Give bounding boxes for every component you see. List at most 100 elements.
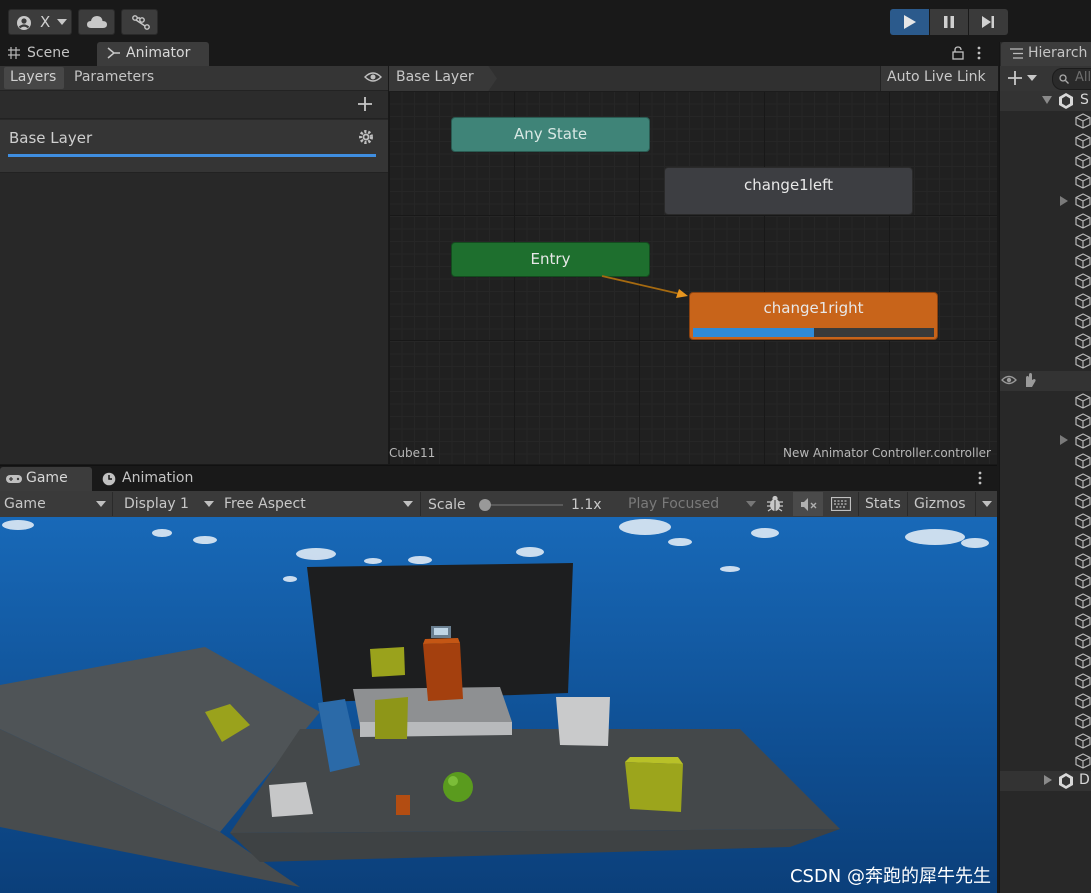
display-label: Display 1	[124, 496, 189, 512]
tab-animation[interactable]: Animation	[94, 467, 214, 491]
pickable-hand-icon[interactable]	[1021, 372, 1037, 388]
scale-slider-track[interactable]	[483, 504, 563, 506]
gameobject-cube-icon[interactable]	[1075, 313, 1091, 329]
tab-scene[interactable]: Scene	[0, 42, 96, 66]
gameobject-cube-icon[interactable]	[1075, 253, 1091, 269]
gameobject-cube-icon[interactable]	[1075, 413, 1091, 429]
expand-arrow-icon[interactable]	[1060, 435, 1068, 445]
watermark: CSDN @奔跑的犀牛先生	[789, 866, 991, 887]
tab-hierarchy[interactable]: Hierarch	[1001, 42, 1091, 66]
gameobject-cube-icon[interactable]	[1075, 193, 1091, 209]
gameobject-cube-icon[interactable]	[1075, 553, 1091, 569]
eye-icon[interactable]	[364, 71, 382, 83]
gameobject-cube-icon[interactable]	[1075, 613, 1091, 629]
tab-parameters[interactable]: Parameters	[66, 67, 162, 89]
state-any-state[interactable]: Any State	[451, 117, 650, 152]
gameobject-cube-icon[interactable]	[1075, 713, 1091, 729]
hierarchy-search-input[interactable]: All	[1052, 68, 1091, 90]
gizmos-dropdown[interactable]	[975, 492, 998, 516]
visibility-eye-icon[interactable]	[1001, 374, 1017, 386]
scale-slider-handle[interactable]	[479, 499, 491, 511]
gizmos-button[interactable]: Gizmos	[907, 492, 976, 516]
gameobject-cube-icon[interactable]	[1075, 473, 1091, 489]
gameobject-cube-icon[interactable]	[1075, 573, 1091, 589]
gameobject-cube-icon[interactable]	[1075, 273, 1091, 289]
layer-weight-bar[interactable]	[8, 154, 376, 157]
gameobject-cube-icon[interactable]	[1075, 433, 1091, 449]
gameobject-cube-icon[interactable]	[1075, 153, 1091, 169]
gameobject-cube-icon[interactable]	[1075, 673, 1091, 689]
gameobject-cube-icon[interactable]	[1075, 493, 1091, 509]
gizmos-label: Gizmos	[914, 496, 966, 512]
step-button[interactable]	[969, 9, 1008, 35]
transition-arrow[interactable]	[600, 272, 695, 302]
gameobject-cube-icon[interactable]	[1075, 293, 1091, 309]
cloud-button[interactable]	[78, 9, 115, 35]
step-icon	[982, 16, 994, 28]
play-button[interactable]	[890, 9, 929, 35]
gameobject-cube-icon[interactable]	[1075, 353, 1091, 369]
hierarchy-scene-row[interactable]: S	[1000, 91, 1091, 111]
gameobject-cube-icon[interactable]	[1075, 633, 1091, 649]
stats-button[interactable]: Stats	[858, 492, 907, 516]
gameobject-cube-icon[interactable]	[1075, 693, 1091, 709]
breadcrumb[interactable]: Base Layer	[389, 66, 497, 91]
game-view-label: Game	[4, 496, 46, 512]
expand-arrow-icon[interactable]	[1060, 196, 1068, 206]
state-change1left[interactable]: change1left	[664, 167, 913, 215]
grid-icon	[8, 47, 20, 59]
gameobject-cube-icon[interactable]	[1075, 213, 1091, 229]
account-dropdown[interactable]: X	[8, 9, 72, 35]
expand-arrow-icon[interactable]	[1044, 775, 1052, 785]
bug-icon[interactable]	[766, 494, 784, 514]
hierarchy-second-root-row[interactable]: D	[1000, 771, 1091, 791]
keyboard-icon[interactable]	[831, 497, 851, 511]
more-menu-icon[interactable]	[976, 46, 982, 60]
gameobject-cube-icon[interactable]	[1075, 133, 1091, 149]
list-icon	[1010, 48, 1023, 59]
display-select[interactable]: Display 1	[118, 492, 216, 516]
expand-arrow-icon[interactable]	[1042, 96, 1052, 104]
gameobject-cube-icon[interactable]	[1075, 733, 1091, 749]
gameobject-cube-icon[interactable]	[1075, 393, 1091, 409]
add-object-icon[interactable]	[1007, 70, 1023, 86]
gameobject-cube-icon[interactable]	[1075, 233, 1091, 249]
search-icon	[1059, 74, 1069, 84]
gameobject-cube-icon[interactable]	[1075, 753, 1091, 769]
play-focused-select[interactable]: Play Focused	[622, 492, 760, 516]
chevron-down-icon	[96, 501, 106, 507]
auto-live-link-button[interactable]: Auto Live Link	[880, 66, 998, 91]
status-controller: New Animator Controller.controller	[783, 446, 991, 460]
gameobject-cube-icon[interactable]	[1075, 173, 1091, 189]
add-layer-icon[interactable]	[357, 96, 373, 112]
mute-audio-button[interactable]	[793, 492, 823, 516]
game-viewport[interactable]: CSDN @奔跑的犀牛先生	[0, 517, 997, 893]
gameobject-cube-icon[interactable]	[1075, 533, 1091, 549]
state-any-state-label: Any State	[513, 125, 588, 143]
gameobject-cube-icon[interactable]	[1075, 113, 1091, 129]
pause-button[interactable]	[930, 9, 968, 35]
gameobject-cube-icon[interactable]	[1075, 653, 1091, 669]
gameobject-cube-icon[interactable]	[1075, 513, 1091, 529]
state-change1right[interactable]: change1right	[689, 292, 938, 340]
state-change1right-label: change1right	[763, 299, 864, 317]
game-view-select[interactable]: Game	[0, 492, 113, 516]
tab-layers[interactable]: Layers	[4, 67, 64, 89]
gameobject-cube-icon[interactable]	[1075, 593, 1091, 609]
gear-icon[interactable]	[358, 129, 374, 145]
tab-animator-label: Animator	[126, 45, 191, 61]
tab-animator[interactable]: Animator	[97, 42, 209, 66]
more-menu-icon[interactable]	[977, 471, 983, 485]
gameobject-cube-icon[interactable]	[1075, 453, 1091, 469]
second-root-label: D	[1079, 772, 1090, 788]
chevron-down-icon[interactable]	[1027, 75, 1037, 81]
chevron-down-icon	[982, 501, 992, 507]
aspect-select[interactable]: Free Aspect	[218, 492, 418, 516]
clock-icon	[102, 472, 116, 486]
state-change1left-label: change1left	[743, 176, 834, 194]
tab-game[interactable]: Game	[0, 467, 92, 491]
layer-item-base[interactable]: Base Layer	[0, 120, 388, 173]
gameobject-cube-icon[interactable]	[1075, 333, 1091, 349]
collab-button[interactable]	[121, 9, 158, 35]
lock-icon[interactable]	[952, 46, 964, 60]
